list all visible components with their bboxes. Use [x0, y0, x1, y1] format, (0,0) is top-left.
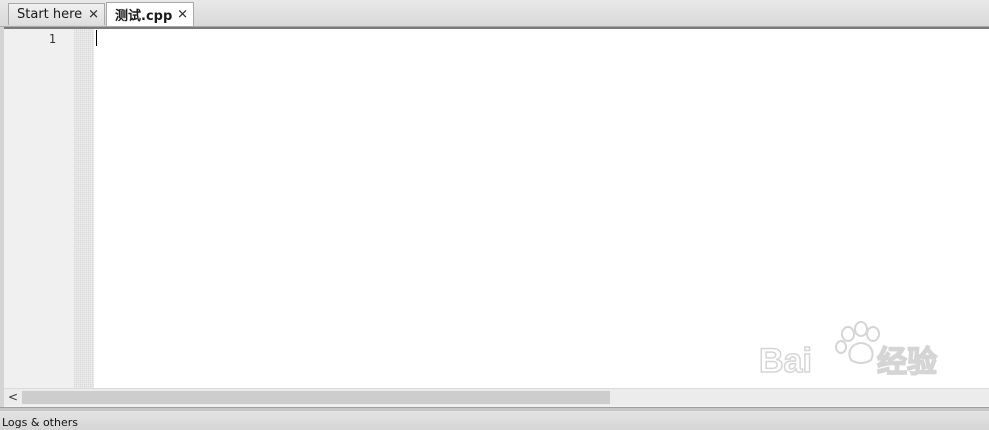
text-caret — [96, 30, 97, 46]
svg-text:Bai: Bai — [759, 342, 812, 380]
horizontal-scrollbar[interactable]: < — [4, 388, 989, 405]
logs-panel: Logs & others — [0, 411, 989, 430]
editor-tab-bar: Start here ✕ 测试.cpp ✕ — [0, 0, 989, 27]
ide-window: Start here ✕ 测试.cpp ✕ 1 Bai 经验 jingyan.b… — [0, 0, 989, 430]
close-icon[interactable]: ✕ — [177, 8, 188, 21]
scrollbar-thumb[interactable] — [22, 391, 610, 404]
svg-text:经验: 经验 — [877, 345, 937, 379]
close-icon[interactable]: ✕ — [88, 8, 99, 21]
scroll-left-arrow-icon[interactable]: < — [6, 389, 20, 405]
tab-label: 测试.cpp — [115, 9, 173, 24]
fold-margin[interactable] — [74, 29, 94, 389]
tab-start-here[interactable]: Start here ✕ — [8, 3, 105, 25]
tab-label: Start here — [17, 7, 83, 22]
tab-test-cpp[interactable]: 测试.cpp ✕ — [106, 2, 194, 26]
line-number-gutter: 1 — [4, 29, 74, 389]
logs-panel-title[interactable]: Logs & others — [2, 416, 78, 429]
line-number: 1 — [48, 32, 56, 46]
